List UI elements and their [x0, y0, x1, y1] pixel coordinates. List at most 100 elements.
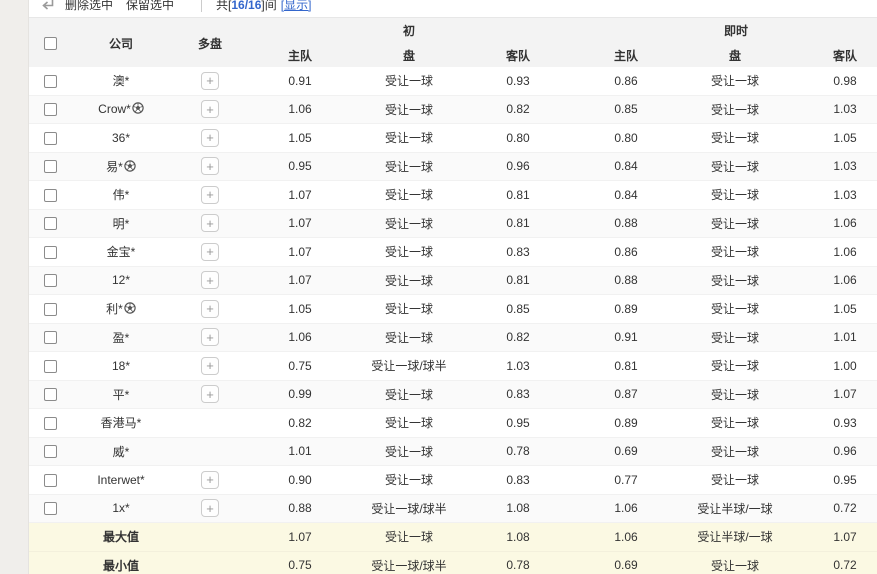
expand-plus-button[interactable]: + — [201, 243, 219, 261]
init-away-odds: 0.82 — [467, 102, 569, 116]
company-name: 36* — [71, 131, 171, 145]
table-row: 伟* + 1.07 受让一球 0.81 0.84 受让一球 1.03 — [29, 181, 877, 210]
init-away-odds: 0.81 — [467, 273, 569, 287]
row-checkbox[interactable] — [44, 274, 57, 287]
live-handicap: 受让一球 — [683, 272, 787, 289]
live-away-odds: 1.01 — [787, 330, 877, 344]
init-home-odds: 1.06 — [249, 102, 351, 116]
expand-plus-button[interactable]: + — [201, 271, 219, 289]
live-away-odds: 1.00 — [787, 359, 877, 373]
expand-plus-button[interactable]: + — [201, 100, 219, 118]
live-home-odds: 0.84 — [569, 188, 683, 202]
row-checkbox[interactable] — [44, 132, 57, 145]
row-checkbox[interactable] — [44, 303, 57, 316]
live-handicap: 受让一球 — [683, 72, 787, 89]
expand-plus-button[interactable]: + — [201, 72, 219, 90]
soccer-ball-icon — [124, 302, 136, 314]
company-name: 香港马* — [71, 414, 171, 431]
table-body: 澳* + 0.91 受让一球 0.93 0.86 受让一球 0.98 Crow*… — [29, 67, 877, 523]
row-checkbox[interactable] — [44, 502, 57, 515]
live-handicap: 受让一球 — [683, 471, 787, 488]
expand-plus-button[interactable]: + — [201, 186, 219, 204]
expand-plus-button[interactable]: + — [201, 499, 219, 517]
expand-plus-button[interactable]: + — [201, 385, 219, 403]
company-name: 易* — [71, 158, 171, 175]
live-handicap: 受让一球 — [683, 386, 787, 403]
live-handicap: 受让半球/一球 — [683, 528, 787, 545]
table-row: 1x* + 0.88 受让一球/球半 1.08 1.06 受让半球/一球 0.7… — [29, 495, 877, 524]
init-handicap: 受让一球/球半 — [351, 357, 467, 374]
live-handicap: 受让一球 — [683, 329, 787, 346]
keep-selected-button[interactable]: 保留选中 — [126, 0, 174, 13]
init-home-odds: 1.05 — [249, 302, 351, 316]
init-handicap: 受让一球 — [351, 101, 467, 118]
live-away-odds: 0.96 — [787, 444, 877, 458]
init-away-odds: 1.08 — [467, 530, 569, 544]
live-home-odds: 0.81 — [569, 359, 683, 373]
expand-plus-button[interactable]: + — [201, 214, 219, 232]
expand-plus-button[interactable]: + — [201, 129, 219, 147]
init-away-odds: 0.81 — [467, 188, 569, 202]
row-checkbox[interactable] — [44, 445, 57, 458]
init-away-odds: 0.82 — [467, 330, 569, 344]
row-checkbox[interactable] — [44, 217, 57, 230]
company-name: 明* — [71, 215, 171, 232]
toolbar: 删除选中 保留选中 共[16/16]间 [显示] — [29, 0, 877, 17]
live-handicap: 受让一球 — [683, 557, 787, 574]
table-row: 金宝* + 1.07 受让一球 0.83 0.86 受让一球 1.06 — [29, 238, 877, 267]
live-away-odds: 0.72 — [787, 558, 877, 572]
table-row: 18* + 0.75 受让一球/球半 1.03 0.81 受让一球 1.00 — [29, 352, 877, 381]
expand-plus-button[interactable]: + — [201, 328, 219, 346]
live-away-odds: 0.95 — [787, 473, 877, 487]
live-handicap: 受让一球 — [683, 129, 787, 146]
init-home-odds: 0.91 — [249, 74, 351, 88]
odds-panel: 删除选中 保留选中 共[16/16]间 [显示] 公司 多盘 初 即时 主队 盘… — [28, 0, 877, 574]
expand-plus-button[interactable]: + — [201, 300, 219, 318]
delete-selected-button[interactable]: 删除选中 — [65, 0, 113, 13]
live-away-odds: 1.07 — [787, 530, 877, 544]
live-home-odds: 0.80 — [569, 131, 683, 145]
init-home-odds: 1.07 — [249, 245, 351, 259]
row-checkbox[interactable] — [44, 360, 57, 373]
expand-plus-button[interactable]: + — [201, 357, 219, 375]
init-handicap: 受让一球 — [351, 186, 467, 203]
init-home-odds: 1.01 — [249, 444, 351, 458]
row-checkbox[interactable] — [44, 189, 57, 202]
row-checkbox[interactable] — [44, 75, 57, 88]
table-row: 易* + 0.95 受让一球 0.96 0.84 受让一球 1.03 — [29, 153, 877, 182]
init-away-odds: 0.81 — [467, 216, 569, 230]
init-handicap: 受让一球 — [351, 528, 467, 545]
row-checkbox[interactable] — [44, 331, 57, 344]
column-header-init-home: 主队 — [249, 43, 351, 68]
table-row: 香港马* 0.82 受让一球 0.95 0.89 受让一球 0.93 — [29, 409, 877, 438]
live-handicap: 受让一球 — [683, 300, 787, 317]
live-away-odds: 1.06 — [787, 245, 877, 259]
return-arrow-icon — [40, 0, 56, 12]
expand-plus-button[interactable]: + — [201, 471, 219, 489]
init-home-odds: 1.06 — [249, 330, 351, 344]
init-home-odds: 1.07 — [249, 273, 351, 287]
live-away-odds: 0.98 — [787, 74, 877, 88]
show-link[interactable]: [显示] — [281, 0, 312, 13]
select-all-checkbox[interactable] — [44, 37, 57, 50]
init-handicap: 受让一球 — [351, 414, 467, 431]
row-checkbox[interactable] — [44, 388, 57, 401]
init-home-odds: 1.05 — [249, 131, 351, 145]
row-checkbox[interactable] — [44, 160, 57, 173]
summary-row: 最大值 1.07 受让一球 1.08 1.06 受让半球/一球 1.07 — [29, 523, 877, 552]
init-away-odds: 0.85 — [467, 302, 569, 316]
live-home-odds: 0.84 — [569, 159, 683, 173]
live-home-odds: 1.06 — [569, 501, 683, 515]
init-handicap: 受让一球/球半 — [351, 500, 467, 517]
soccer-ball-icon — [124, 160, 136, 172]
expand-plus-button[interactable]: + — [201, 157, 219, 175]
live-handicap: 受让一球 — [683, 414, 787, 431]
column-header-init-away: 客队 — [467, 43, 569, 68]
row-checkbox[interactable] — [44, 474, 57, 487]
init-handicap: 受让一球 — [351, 471, 467, 488]
row-checkbox[interactable] — [44, 246, 57, 259]
row-checkbox[interactable] — [44, 103, 57, 116]
row-checkbox[interactable] — [44, 417, 57, 430]
company-name: 12* — [71, 273, 171, 287]
init-handicap: 受让一球 — [351, 386, 467, 403]
